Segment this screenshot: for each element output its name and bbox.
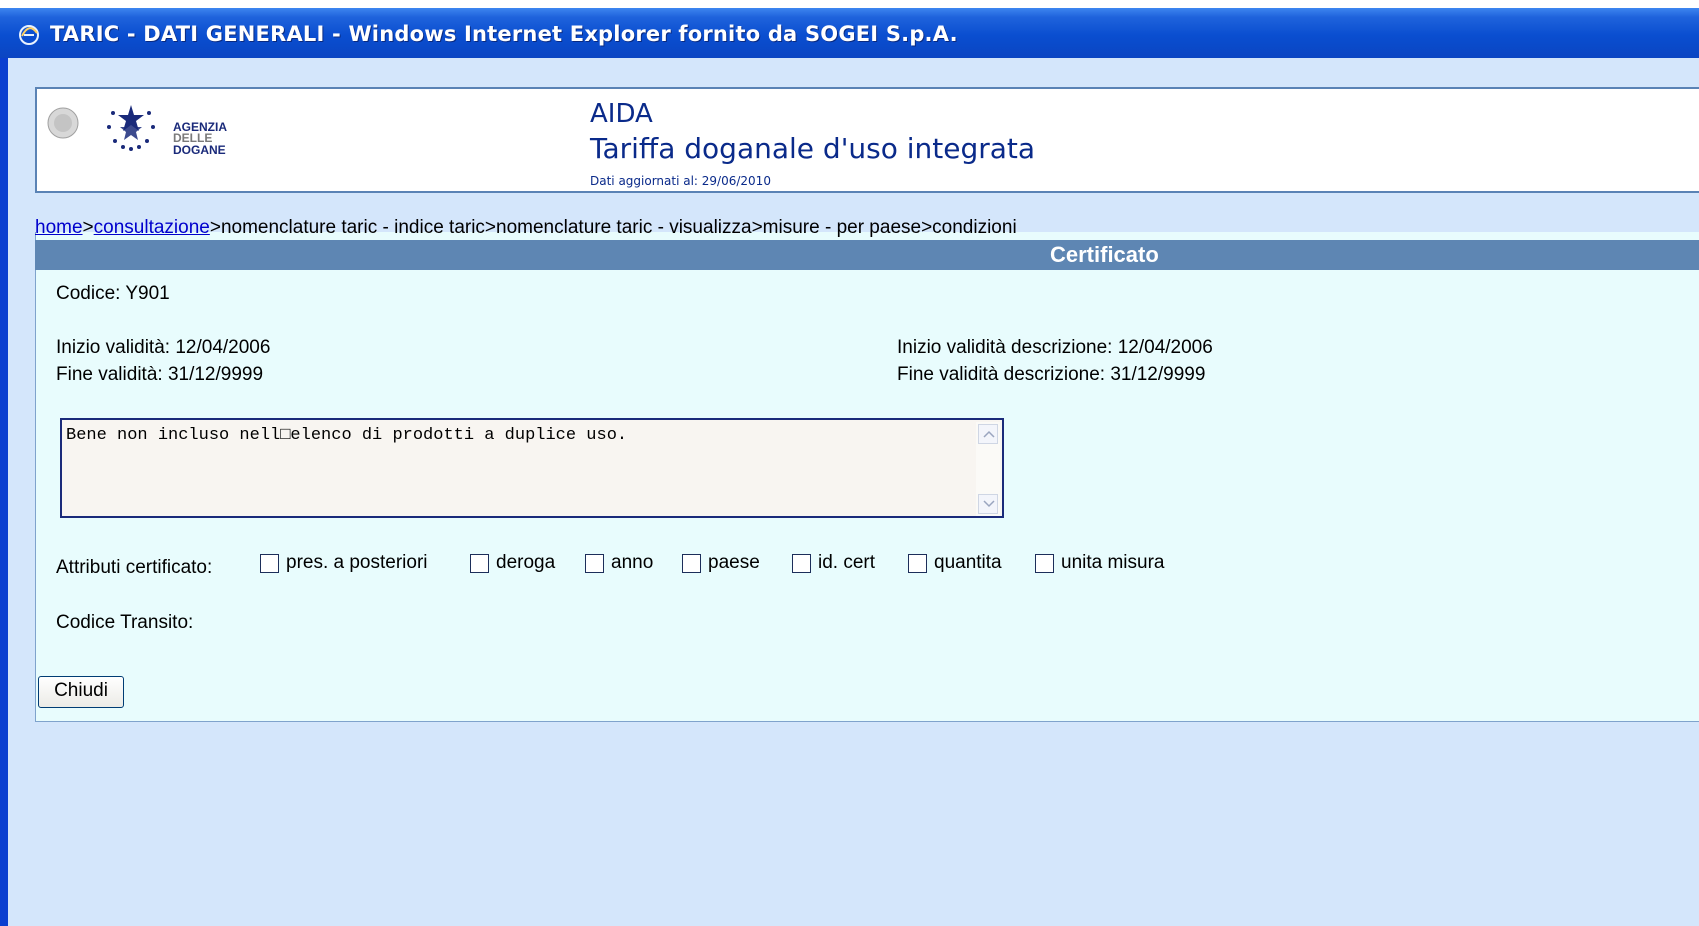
breadcrumb-consultazione-link[interactable]: consultazione [94,217,210,238]
description-text: Bene non incluso nell□elenco di prodotti… [66,426,628,445]
checkbox-label: deroga [496,552,556,573]
site-header: AGENZIA DELLE DOGANE AIDA Tariffa dogana… [35,87,1699,193]
window-title: TARIC - DATI GENERALI - Windows Internet… [50,22,958,46]
checkbox-label: unita misura [1061,552,1165,573]
agenzia-dogane-logo: AGENZIA DELLE DOGANE [47,105,227,157]
app-subtitle: Tariffa doganale d'uso integrata [590,132,1036,165]
scroll-up-button[interactable] [978,424,998,444]
checkbox-label: anno [611,552,654,573]
description-scrollbar[interactable] [976,422,1000,516]
checkbox-label: quantita [934,552,1002,573]
breadcrumb-home-link[interactable]: home [35,217,83,238]
inizio-validita: Inizio validità: 12/04/2006 [56,337,271,358]
attributi-label: Attributi certificato: [56,557,213,578]
section-title: Certificato [1050,242,1159,267]
checkbox[interactable] [260,554,279,573]
breadcrumb-separator: > [82,217,94,238]
breadcrumb-trail: >nomenclature taric - indice taric>nomen… [209,217,1017,238]
data-updated-date: Dati aggiornati al: 29/06/2010 [590,174,771,188]
codice-transito-label: Codice Transito: [56,612,194,633]
fine-validita-descrizione: Fine validità descrizione: 31/12/9999 [897,364,1206,385]
browser-window: TARIC - DATI GENERALI - Windows Internet… [0,0,1699,926]
description-textarea[interactable]: Bene non incluso nell□elenco di prodotti… [60,418,1004,518]
fine-validita: Fine validità: 31/12/9999 [56,364,264,385]
checkbox-label: pres. a posteriori [286,552,428,573]
internet-explorer-icon [19,25,39,45]
scroll-down-button[interactable] [978,494,998,514]
checkbox[interactable] [585,554,604,573]
checkbox-label: id. cert [818,552,876,573]
checkbox-label: paese [708,552,760,573]
close-button[interactable]: Chiudi [38,676,124,708]
page-content: AGENZIA DELLE DOGANE AIDA Tariffa dogana… [8,58,1699,926]
section-header-bar: Certificato [35,240,1699,270]
checkbox[interactable] [908,554,927,573]
title-bar: TARIC - DATI GENERALI - Windows Internet… [0,0,1699,58]
chevron-down-icon [983,500,995,508]
app-name: AIDA [590,99,653,129]
checkbox[interactable] [470,554,489,573]
logo-line-3: DOGANE [173,143,226,157]
breadcrumb: home>consultazione>nomenclature taric - … [35,217,1017,239]
checkbox[interactable] [682,554,701,573]
checkbox[interactable] [792,554,811,573]
inizio-validita-descrizione: Inizio validità descrizione: 12/04/2006 [897,337,1213,358]
checkbox[interactable] [1035,554,1054,573]
chevron-up-icon [983,430,995,438]
codice-label: Codice: Y901 [56,283,170,304]
